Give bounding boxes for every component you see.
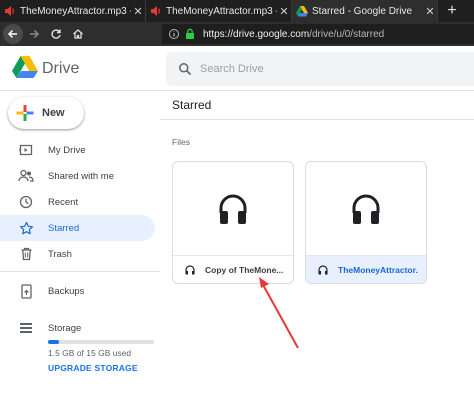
sidebar-item-label: Trash xyxy=(48,249,72,260)
info-icon[interactable] xyxy=(168,28,180,40)
arrow-left-icon xyxy=(7,29,17,39)
page-title: Starred xyxy=(172,98,212,112)
tab-title: TheMoneyAttractor.mp3 - Goo xyxy=(166,5,277,17)
sidebar-item-label: Shared with me xyxy=(48,171,115,182)
new-button-label: New xyxy=(42,107,65,119)
headphones-icon xyxy=(219,194,247,224)
tab-title: Starred - Google Drive xyxy=(312,5,413,17)
header-divider xyxy=(0,90,474,91)
drive-logo-icon[interactable] xyxy=(12,56,38,78)
people-icon xyxy=(18,168,34,184)
lock-icon[interactable] xyxy=(185,28,195,40)
star-icon xyxy=(18,220,34,236)
storage-meter-fill xyxy=(48,340,59,344)
forward-button[interactable] xyxy=(23,23,45,45)
headphones-icon xyxy=(352,194,380,224)
sidebar-item-label: Starred xyxy=(48,223,80,234)
storage-icon xyxy=(18,320,34,336)
file-thumbnail[interactable] xyxy=(173,162,293,255)
file-card[interactable]: TheMoneyAttractor... xyxy=(305,161,427,284)
close-tab-icon[interactable]: ✕ xyxy=(423,5,437,18)
back-button[interactable] xyxy=(3,24,23,44)
url-host: https://drive.google.com xyxy=(203,28,310,40)
search-input[interactable]: Search Drive xyxy=(200,63,264,75)
headphones-small-icon xyxy=(318,264,328,274)
sidebar-item-label: My Drive xyxy=(48,145,86,156)
sidebar-item-starred[interactable]: Starred xyxy=(0,215,155,241)
sidebar-item-label: Storage xyxy=(48,323,82,334)
brand-name[interactable]: Drive xyxy=(42,60,79,78)
my-drive-icon xyxy=(18,142,34,158)
file-name: Copy of TheMone... xyxy=(205,264,284,275)
reload-icon xyxy=(51,29,61,39)
sidebar-item-my-drive[interactable]: My Drive xyxy=(0,137,155,163)
file-thumbnail[interactable] xyxy=(306,162,426,255)
close-tab-icon[interactable]: ✕ xyxy=(277,5,291,18)
new-tab-button[interactable]: + xyxy=(438,0,466,22)
backup-icon xyxy=(18,283,34,299)
sidebar-item-storage[interactable]: Storage xyxy=(0,315,155,341)
arrow-right-icon xyxy=(30,29,40,39)
storage-meter xyxy=(48,340,154,344)
browser-tab-bar: TheMoneyAttractor.mp3 - Goo ✕ TheMoneyAt… xyxy=(0,0,474,22)
browser-tab-2[interactable]: TheMoneyAttractor.mp3 - Goo ✕ xyxy=(146,0,292,22)
speaker-red-icon xyxy=(5,6,14,16)
browser-toolbar: https://drive.google.com/drive/u/0/starr… xyxy=(0,22,474,46)
file-card[interactable]: Copy of TheMone... xyxy=(172,161,294,284)
close-tab-icon[interactable]: ✕ xyxy=(131,5,145,18)
sidebar-item-label: Recent xyxy=(48,197,79,208)
speaker-red-icon xyxy=(151,6,160,16)
home-icon xyxy=(73,29,83,39)
tab-title: TheMoneyAttractor.mp3 - Goo xyxy=(20,5,131,17)
sidebar-item-recent[interactable]: Recent xyxy=(0,189,155,215)
url-path: /drive/u/0/starred xyxy=(309,28,385,40)
search-box[interactable]: Search Drive xyxy=(166,52,474,86)
browser-tab-3[interactable]: Starred - Google Drive ✕ xyxy=(292,0,438,22)
trash-icon xyxy=(18,246,34,262)
browser-tab-1[interactable]: TheMoneyAttractor.mp3 - Goo ✕ xyxy=(0,0,146,22)
sidebar-divider xyxy=(0,271,160,272)
file-card-footer[interactable]: Copy of TheMone... xyxy=(173,255,293,283)
section-label-files: Files xyxy=(172,137,190,147)
new-button[interactable]: New xyxy=(8,97,84,129)
storage-used-text: 1.5 GB of 15 GB used xyxy=(48,348,132,358)
drive-header: Drive Search Drive xyxy=(0,46,474,90)
search-icon[interactable] xyxy=(178,62,192,76)
drive-icon xyxy=(296,6,308,17)
reload-button[interactable] xyxy=(45,23,67,45)
sidebar-item-label: Backups xyxy=(48,286,85,297)
home-button[interactable] xyxy=(67,23,89,45)
upgrade-storage-link[interactable]: UPGRADE STORAGE xyxy=(48,363,138,373)
file-name: TheMoneyAttractor... xyxy=(338,264,418,275)
title-divider xyxy=(160,119,474,120)
clock-icon xyxy=(18,194,34,210)
sidebar-item-backups[interactable]: Backups xyxy=(0,278,155,304)
plus-icon xyxy=(16,105,34,121)
headphones-small-icon xyxy=(185,264,195,274)
sidebar-item-shared[interactable]: Shared with me xyxy=(0,163,155,189)
file-card-footer[interactable]: TheMoneyAttractor... xyxy=(306,255,426,283)
sidebar-item-trash[interactable]: Trash xyxy=(0,241,155,267)
address-bar[interactable]: https://drive.google.com/drive/u/0/starr… xyxy=(162,24,474,44)
